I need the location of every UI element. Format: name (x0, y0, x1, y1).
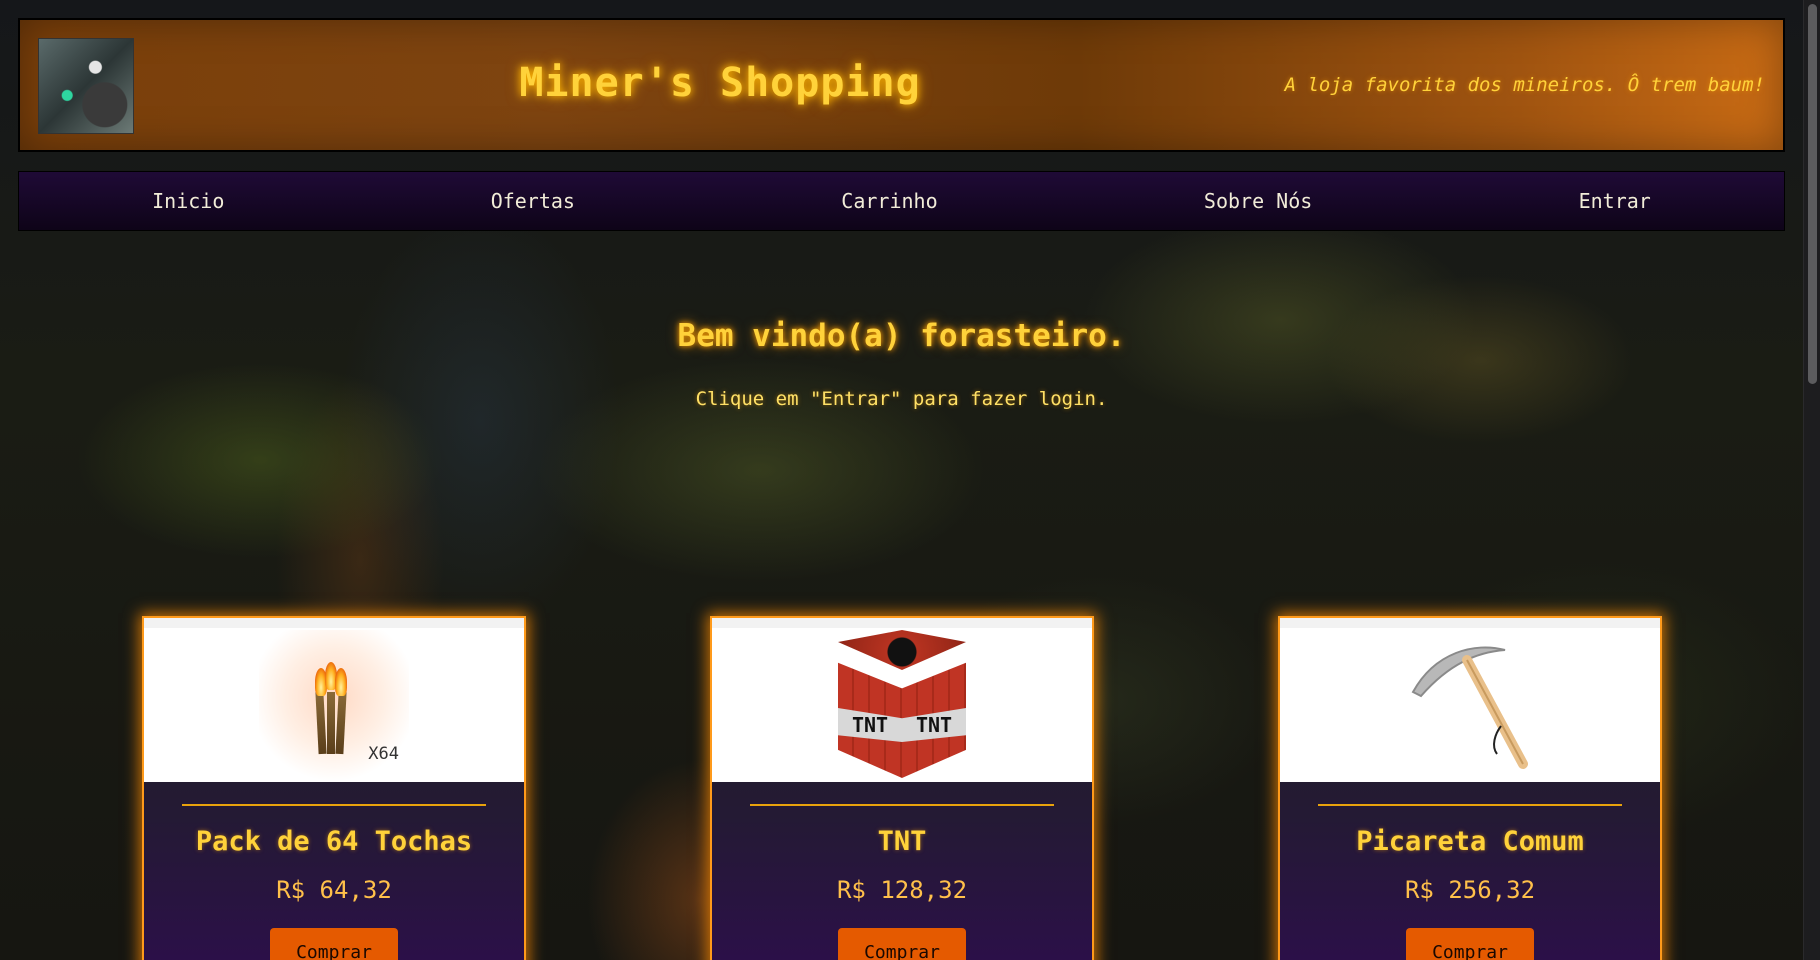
card-divider (182, 804, 486, 806)
product-name: Pack de 64 Tochas (195, 826, 473, 857)
pickaxe-icon (1411, 646, 1528, 769)
nav-item-ofertas[interactable]: Ofertas (479, 183, 587, 219)
logo-image[interactable] (38, 38, 134, 134)
buy-button[interactable]: Comprar (270, 928, 398, 960)
product-card-pickaxe: Picareta Comum R$ 256,32 Comprar (1278, 616, 1662, 960)
product-image-frame: TNT TNT (712, 618, 1092, 782)
product-image-frame (1280, 618, 1660, 782)
scrollbar-thumb[interactable] (1808, 4, 1817, 384)
product-card-torches: X64 Pack de 64 Tochas R$ 64,32 Comprar (142, 616, 526, 960)
buy-button[interactable]: Comprar (1406, 928, 1534, 960)
tnt-label: TNT (915, 713, 953, 737)
site-tagline: A loja favorita dos mineiros. Ô trem bau… (1284, 74, 1765, 96)
nav-item-carrinho[interactable]: Carrinho (829, 183, 949, 219)
product-image-frame: X64 (144, 618, 524, 782)
tnt-label: TNT (851, 713, 889, 737)
nav-item-sobre-nos[interactable]: Sobre Nós (1192, 183, 1324, 219)
site-header: Miner's Shopping A loja favorita dos min… (18, 18, 1785, 152)
buy-button[interactable]: Comprar (838, 928, 966, 960)
card-divider (1318, 804, 1622, 806)
main-nav: Inicio Ofertas Carrinho Sobre Nós Entrar (18, 171, 1785, 231)
welcome-subtitle: Clique em "Entrar" para fazer login. (695, 388, 1108, 410)
product-price: R$ 128,32 (836, 876, 968, 904)
card-divider (750, 804, 1054, 806)
product-card-tnt: TNT TNT TNT R$ 128,32 Comprar (710, 616, 1094, 960)
torch-icon: X64 (259, 630, 409, 780)
page: Miner's Shopping A loja favorita dos min… (0, 0, 1803, 960)
product-name: Picareta Comum (1356, 826, 1584, 857)
product-price: R$ 256,32 (1404, 876, 1536, 904)
welcome-title: Bem vindo(a) forasteiro. (677, 318, 1126, 354)
site-title: Miner's Shopping (519, 60, 921, 106)
vertical-scrollbar[interactable] (1803, 0, 1820, 960)
nav-item-entrar[interactable]: Entrar (1567, 183, 1663, 219)
nav-item-inicio[interactable]: Inicio (140, 183, 236, 219)
product-name: TNT (877, 826, 927, 857)
tnt-icon: TNT TNT (832, 630, 972, 780)
quantity-badge: X64 (368, 744, 399, 764)
product-price: R$ 64,32 (276, 876, 392, 904)
